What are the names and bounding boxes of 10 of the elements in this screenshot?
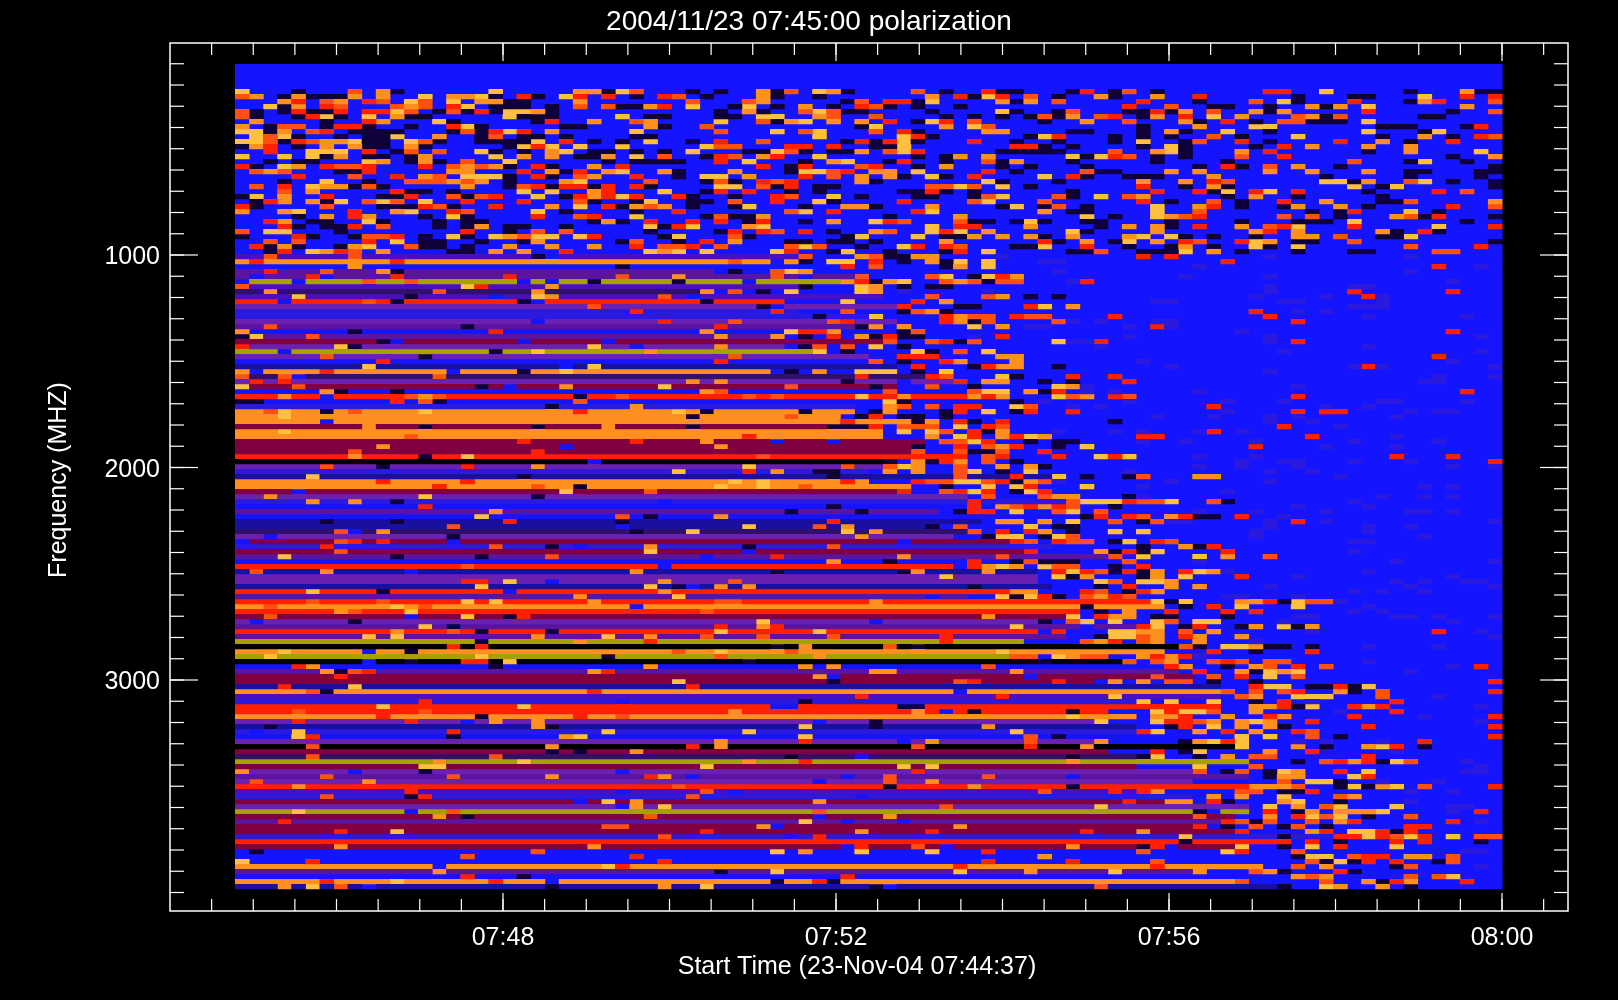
tick-label: 07:48 xyxy=(471,922,535,950)
plot-title: 2004/11/23 07:45:00 polarization xyxy=(606,5,1012,36)
tick-label: 2000 xyxy=(104,453,160,482)
tick-label: 08:00 xyxy=(1470,922,1534,950)
tick-label: 1000 xyxy=(104,241,160,269)
tick-label: 3000 xyxy=(104,666,160,694)
tick-label: 07:56 xyxy=(1137,922,1201,950)
tick-label: 07:52 xyxy=(804,922,868,950)
axis-label: Start Time (23-Nov-04 07:44:37) xyxy=(677,951,1037,979)
axis-label: Frequency (MHZ) xyxy=(43,382,71,578)
